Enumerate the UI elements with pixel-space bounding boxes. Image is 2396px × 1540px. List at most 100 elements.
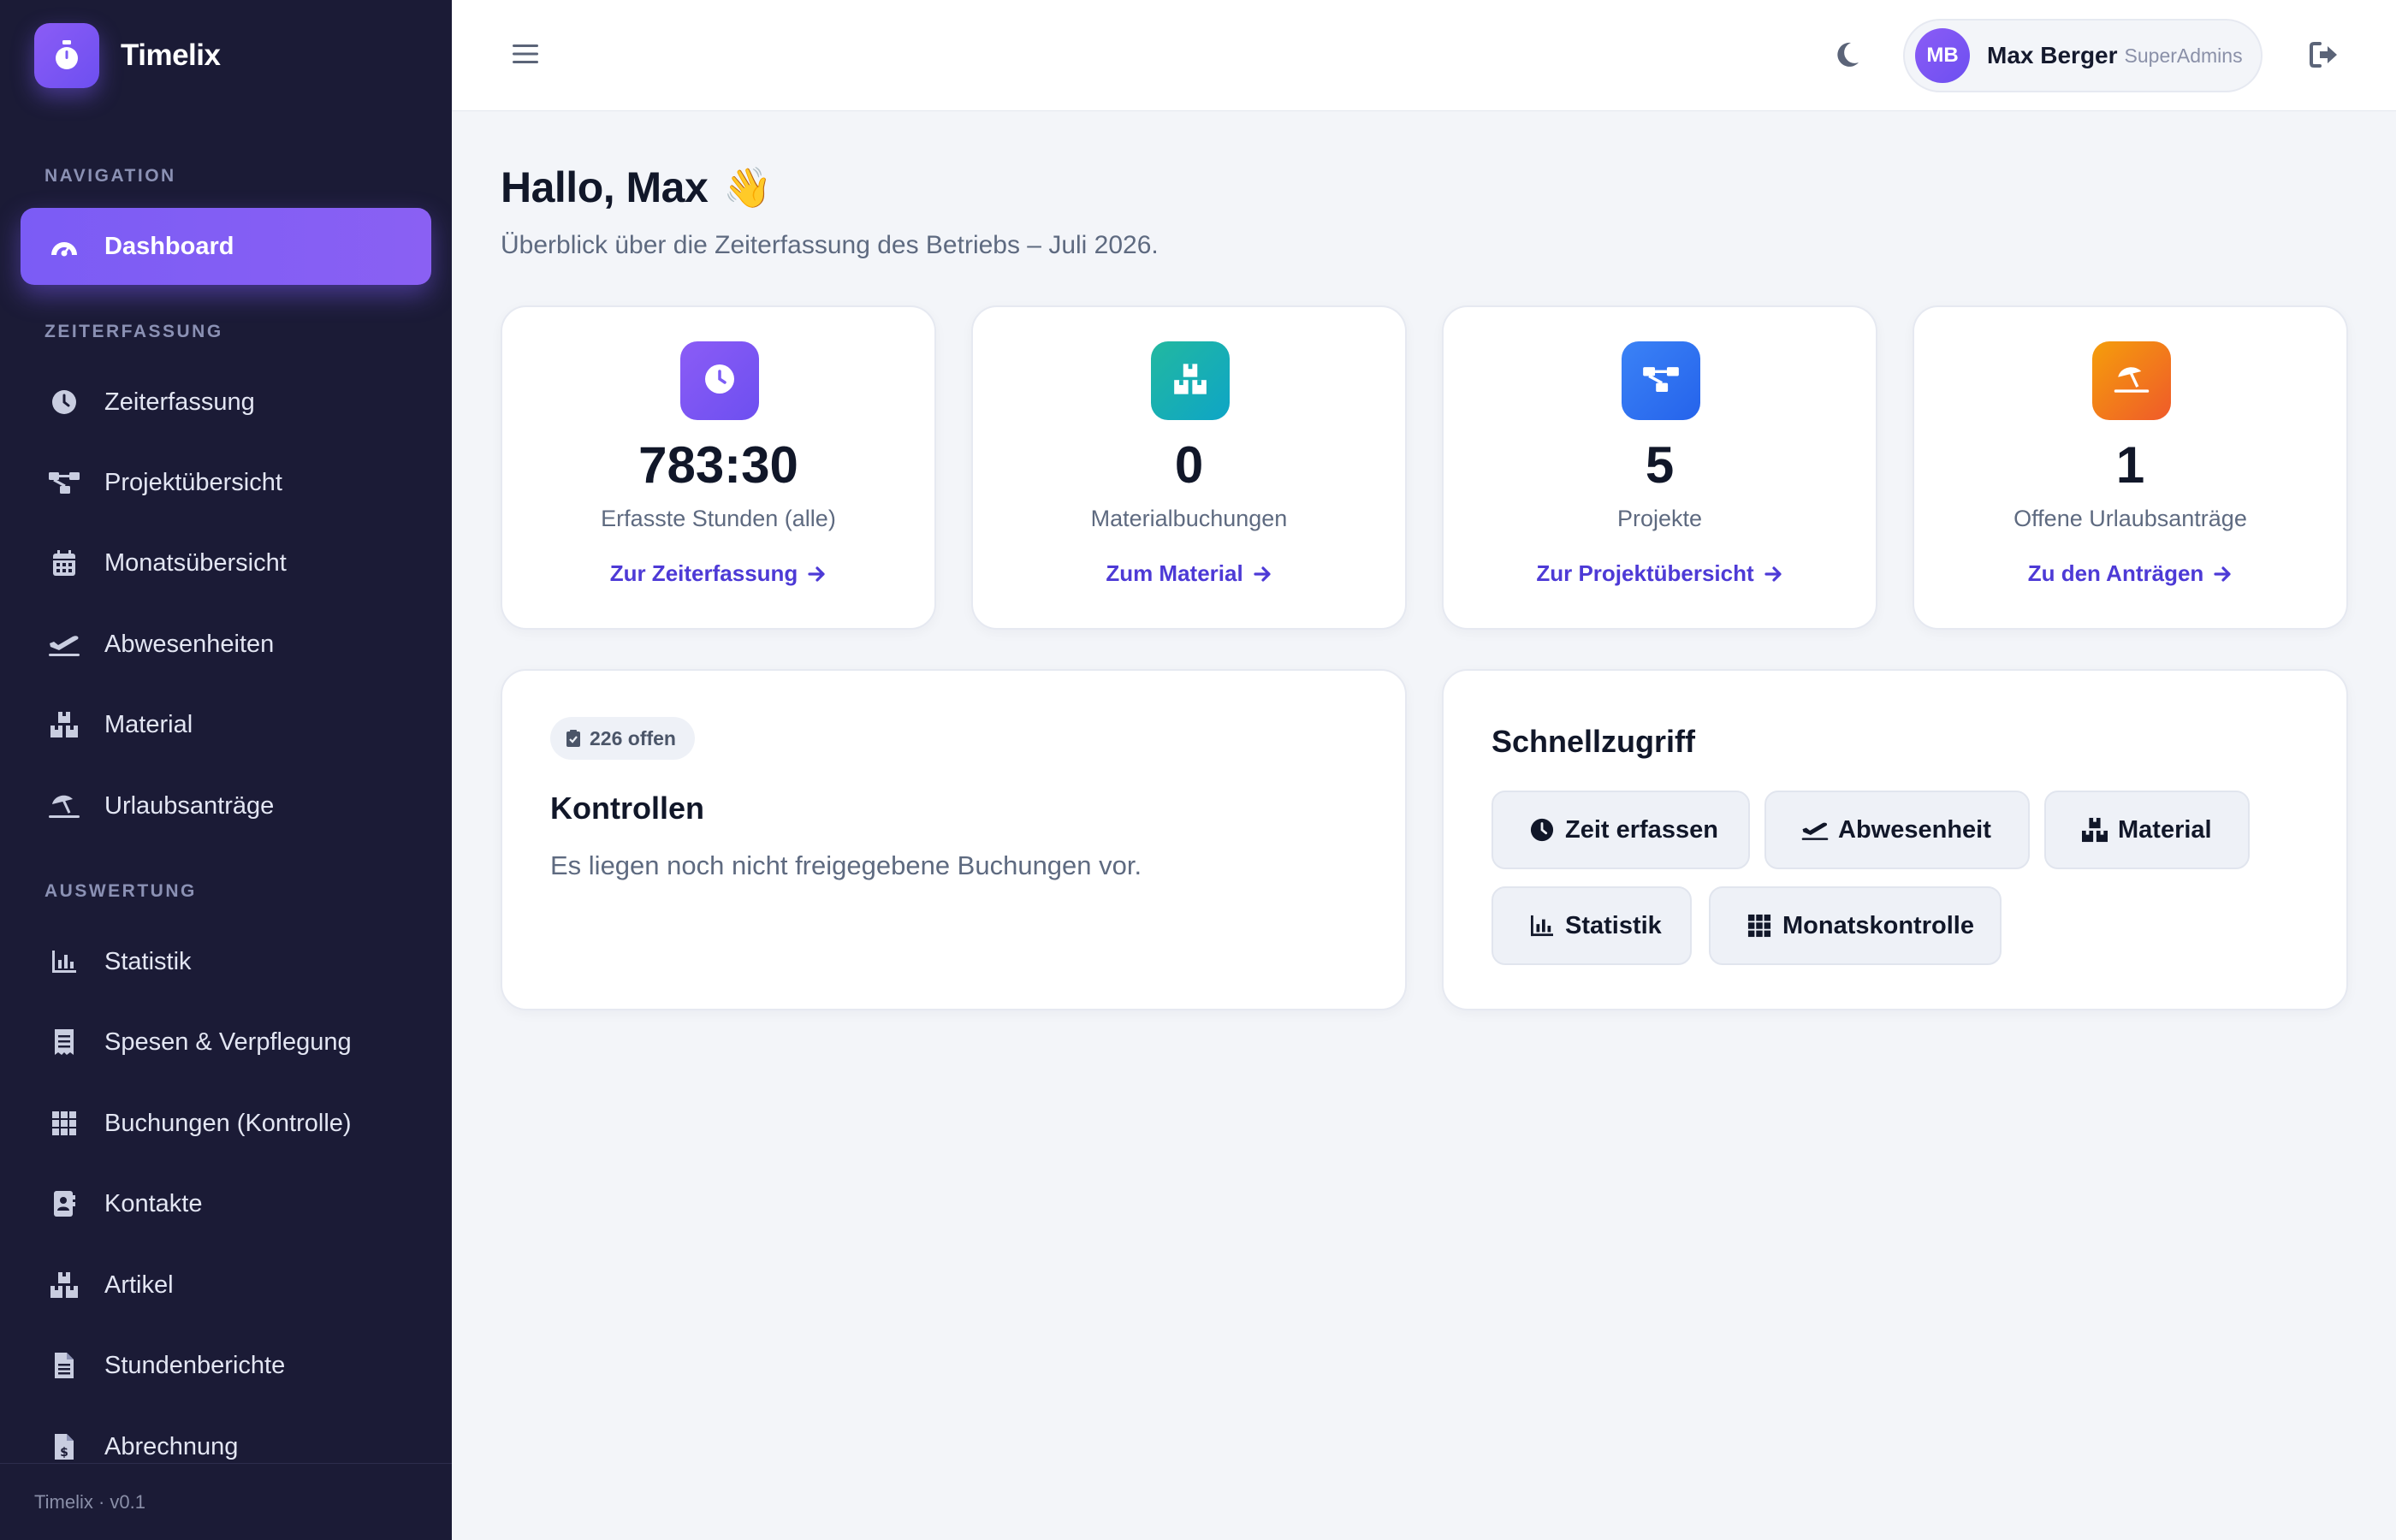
app-version: Timelix · v0.1 xyxy=(34,1490,145,1513)
sidebar-item-spesen[interactable]: Spesen & Verpflegung xyxy=(21,1004,431,1081)
brand[interactable]: Timelix xyxy=(34,23,221,88)
sidebar-item-label: Stundenberichte xyxy=(104,1351,286,1379)
sidebar-item-label: Zeiterfassung xyxy=(104,388,255,416)
stat-link-projects[interactable]: Zur Projektübersicht xyxy=(1444,560,1876,587)
sidebar-item-stundenberichte[interactable]: Stundenberichte xyxy=(21,1327,431,1404)
stat-link-antraege[interactable]: Zu den Anträgen xyxy=(1914,560,2346,587)
stat-label: Projekte xyxy=(1616,506,1703,531)
grid-icon xyxy=(1745,914,1774,938)
logout-button[interactable] xyxy=(2305,38,2343,75)
waving-hand-icon: 👋 xyxy=(723,164,773,210)
umbrella-beach-icon xyxy=(43,792,86,820)
sidebar-footer: Timelix · v0.1 xyxy=(0,1463,452,1540)
stat-icon-bg xyxy=(1622,341,1700,420)
app-root: Timelix NAVIGATION Dashboard ZEITERFASSU… xyxy=(0,0,2396,1540)
stopwatch-icon xyxy=(34,23,99,88)
arrow-right-icon xyxy=(1254,565,1272,583)
sidebar-item-label: Artikel xyxy=(104,1270,174,1299)
sidebar-item-artikel[interactable]: Artikel xyxy=(21,1247,431,1324)
stat-label: Erfasste Stunden (alle) xyxy=(601,506,836,531)
umbrella-beach-icon xyxy=(2112,364,2151,399)
svg-text:$: $ xyxy=(60,1446,68,1460)
quick-statistik-button[interactable]: Statistik xyxy=(1492,886,1692,965)
calendar-icon xyxy=(43,549,86,577)
arrow-right-icon xyxy=(808,565,827,583)
stat-card-vacation: 1 Offene Urlaubsanträge Zu den Anträgen xyxy=(1913,305,2348,630)
quick-button-label: Statistik xyxy=(1565,911,1662,939)
stat-value: 0 xyxy=(1174,436,1204,494)
stat-link-label: Zu den Anträgen xyxy=(2027,560,2204,586)
sidebar-item-label: Abrechnung xyxy=(104,1432,239,1460)
sidebar-item-label: Buchungen (Kontrolle) xyxy=(104,1109,352,1137)
page-title: Hallo, Max 👋 xyxy=(501,163,773,212)
sidebar-item-label: Abwesenheiten xyxy=(104,630,275,658)
stat-icon-bg xyxy=(680,341,759,420)
kontrollen-text: Es liegen noch nicht freigegebene Buchun… xyxy=(550,850,1142,880)
sidebar-item-label: Statistik xyxy=(104,947,192,975)
menu-toggle-button[interactable] xyxy=(508,38,543,73)
schnellzugriff-title: Schnellzugriff xyxy=(1492,724,1696,759)
stat-label: Materialbuchungen xyxy=(1090,506,1288,531)
clock-icon xyxy=(43,389,86,415)
quick-button-label: Zeit erfassen xyxy=(1565,815,1718,844)
kontrollen-card: 226 offen Kontrollen Es liegen noch nich… xyxy=(501,669,1407,1010)
sidebar-item-material[interactable]: Material xyxy=(21,686,431,763)
clock-icon xyxy=(704,364,735,399)
file-invoice-dollar-icon: $ xyxy=(43,1433,86,1460)
stat-icon-bg xyxy=(1151,341,1230,420)
badge-label: 226 offen xyxy=(590,726,676,749)
topbar: MB Max Berger SuperAdmins xyxy=(452,0,2396,111)
section-label-auswertung: AUSWERTUNG xyxy=(44,881,197,901)
stat-value: 783:30 xyxy=(638,436,798,494)
sidebar-item-abwesenheiten[interactable]: Abwesenheiten xyxy=(21,606,431,683)
quick-button-label: Material xyxy=(2118,815,2212,844)
arrow-right-icon xyxy=(1764,565,1783,583)
kontrollen-title: Kontrollen xyxy=(550,791,704,826)
file-lines-icon xyxy=(43,1352,86,1379)
moon-icon xyxy=(1832,40,1861,74)
stat-link-label: Zum Material xyxy=(1106,560,1243,586)
sidebar-item-zeiterfassung[interactable]: Zeiterfassung xyxy=(21,364,431,441)
sidebar-item-kontakte[interactable]: Kontakte xyxy=(21,1165,431,1242)
sidebar-item-statistik[interactable]: Statistik xyxy=(21,923,431,1000)
sidebar-item-label: Spesen & Verpflegung xyxy=(104,1028,352,1056)
gauge-icon xyxy=(43,234,86,258)
sidebar: Timelix NAVIGATION Dashboard ZEITERFASSU… xyxy=(0,0,452,1540)
stat-link-zeiterfassung[interactable]: Zur Zeiterfassung xyxy=(502,560,934,587)
sidebar-item-monatsuebersicht[interactable]: Monatsübersicht xyxy=(21,524,431,601)
quick-monatskontrolle-button[interactable]: Monatskontrolle xyxy=(1709,886,2002,965)
bar-chart-icon xyxy=(43,950,86,974)
sidebar-item-projektuebersicht[interactable]: Projektübersicht xyxy=(21,444,431,521)
sign-out-icon xyxy=(2310,41,2339,72)
arrow-right-icon xyxy=(2214,565,2233,583)
sidebar-item-label: Monatsübersicht xyxy=(104,548,287,577)
status-badge: 226 offen xyxy=(550,717,695,760)
sidebar-item-label: Projektübersicht xyxy=(104,468,282,496)
boxes-icon xyxy=(2080,817,2109,843)
boxes-icon xyxy=(43,1271,86,1299)
stat-value: 1 xyxy=(2115,436,2145,494)
receipt-icon xyxy=(43,1028,86,1056)
sidebar-item-label: Kontakte xyxy=(104,1189,203,1217)
page-subtitle: Überblick über die Zeiterfassung des Bet… xyxy=(501,231,1159,259)
sidebar-item-urlaubsantraege[interactable]: Urlaubsanträge xyxy=(21,767,431,844)
quick-material-button[interactable]: Material xyxy=(2044,791,2250,869)
sidebar-item-label: Urlaubsanträge xyxy=(104,791,275,820)
stat-label: Offene Urlaubsanträge xyxy=(2013,506,2247,531)
sidebar-item-dashboard[interactable]: Dashboard xyxy=(21,208,431,285)
user-menu[interactable]: MB Max Berger SuperAdmins xyxy=(1903,19,2263,92)
user-role: SuperAdmins xyxy=(2124,44,2243,67)
stat-card-hours: 783:30 Erfasste Stunden (alle) Zur Zeite… xyxy=(501,305,936,630)
quick-button-label: Monatskontrolle xyxy=(1782,911,1974,939)
theme-toggle-button[interactable] xyxy=(1828,38,1865,75)
quick-zeit-erfassen-button[interactable]: Zeit erfassen xyxy=(1492,791,1750,869)
stat-link-label: Zur Projektübersicht xyxy=(1536,560,1754,586)
sidebar-item-buchungen[interactable]: Buchungen (Kontrolle) xyxy=(21,1085,431,1162)
address-book-icon xyxy=(43,1190,86,1217)
stat-icon-bg xyxy=(2092,341,2171,420)
stat-link-material[interactable]: Zum Material xyxy=(973,560,1405,587)
section-label-zeiterfassung: ZEITERFASSUNG xyxy=(44,322,223,341)
quick-abwesenheit-button[interactable]: Abwesenheit xyxy=(1764,791,2030,869)
stat-value: 5 xyxy=(1645,436,1675,494)
section-label-navigation: NAVIGATION xyxy=(44,166,176,186)
